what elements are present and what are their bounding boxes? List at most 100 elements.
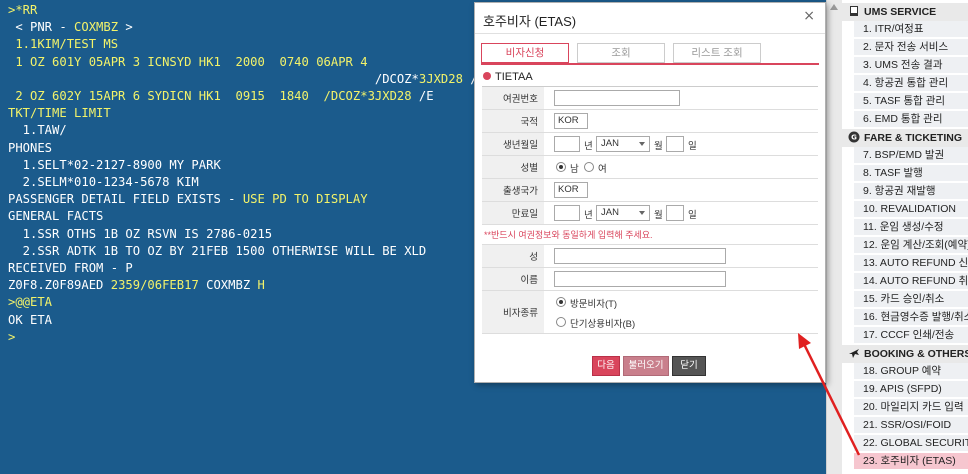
terminal-text: > (8, 329, 16, 344)
gender-female-label: 여 (598, 164, 607, 175)
menu-section-title: UMS SERVICE (864, 6, 937, 18)
terminal-text: 3JXD28 (367, 89, 412, 103)
label-nationality: 국적 (482, 110, 544, 132)
birth-year-input[interactable] (554, 136, 580, 152)
visa-tourist-radio[interactable] (556, 297, 566, 307)
row-visa-type: 비자종류 방문비자(T) 단기상용비자(B) (482, 291, 818, 334)
nationality-input[interactable]: KOR (554, 113, 588, 129)
passport-input[interactable] (554, 90, 680, 106)
gender-male-radio[interactable] (556, 162, 566, 172)
terminal-line: < PNR - COXMBZ > (8, 19, 133, 36)
menu-section-title: BOOKING & OTHERS (864, 348, 968, 360)
menu-item[interactable]: 4. 항공권 통합 관리 (854, 75, 968, 92)
terminal-line: PASSENGER DETAIL FIELD EXISTS - USE PD T… (8, 191, 368, 208)
terminal-text: /DCOZ* (8, 71, 419, 86)
menu-item[interactable]: 13. AUTO REFUND 신청 (854, 255, 968, 272)
expiry-month-value: JAN (601, 207, 619, 218)
expiry-year-unit: 년 (584, 210, 593, 221)
terminal-text: OK ETA (8, 312, 53, 327)
menu-item[interactable]: 21. SSR/OSI/FOID (854, 417, 968, 434)
menu-item[interactable]: 11. 운임 생성/수정 (854, 219, 968, 236)
tab-inquiry[interactable]: 조회 (577, 43, 665, 63)
terminal-text: H (257, 278, 265, 293)
row-birth-country: 출생국가 KOR (482, 179, 818, 202)
close-button[interactable]: 닫기 (672, 356, 706, 376)
next-button[interactable]: 다음 (592, 356, 620, 376)
expiry-month-unit: 월 (654, 210, 663, 221)
menu-item[interactable]: 12. 운임 계산/조회(예약) (854, 237, 968, 254)
fare-ticketing-icon: G (848, 131, 860, 143)
terminal-line: GENERAL FACTS (8, 208, 103, 225)
load-button[interactable]: 불러오기 (623, 356, 669, 376)
menu-item[interactable]: 19. APIS (SFPD) (854, 381, 968, 398)
menu-item[interactable]: 8. TASF 발행 (854, 165, 968, 182)
given-name-input[interactable] (554, 271, 726, 287)
chevron-down-icon (639, 142, 645, 146)
menu-item[interactable]: 6. EMD 통합 관리 (854, 111, 968, 128)
label-expiry: 만료일 (482, 202, 544, 224)
label-visa-type: 비자종류 (482, 291, 544, 333)
terminal-text: 3JXD28 (418, 71, 463, 86)
birth-country-input[interactable]: KOR (554, 182, 588, 198)
terminal-text: Z0F8.Z0F89AED (8, 278, 111, 293)
tab-list-inquiry[interactable]: 리스트 조회 (673, 43, 761, 63)
terminal-line: 1.SELT*02-2127-8900 MY PARK (8, 157, 221, 174)
label-birth: 생년월일 (482, 133, 544, 155)
menu-item[interactable]: 17. CCCF 인쇄/전송 (854, 327, 968, 344)
gender-female-radio[interactable] (584, 162, 594, 172)
row-nationality: 국적 KOR (482, 110, 818, 133)
surname-input[interactable] (554, 248, 726, 264)
terminal-text: HK1 2000 0740 06APR 4 (191, 54, 368, 69)
menu-item[interactable]: 3. UMS 전송 결과 (854, 57, 968, 74)
tab-visa-apply[interactable]: 비자신청 (481, 43, 569, 63)
menu-item[interactable]: 10. REVALIDATION (854, 201, 968, 218)
terminal-text: SYDICN (147, 89, 192, 103)
scroll-up-icon[interactable] (830, 4, 838, 10)
row-expiry: 만료일 년 JAN 월 일 (482, 202, 818, 225)
terminal-text: COXMBZ (74, 20, 119, 35)
expiry-month-select[interactable]: JAN (596, 205, 650, 221)
terminal-text: > (118, 20, 133, 35)
terminal-text: 2.SSR ADTK 1B TO OZ BY 21FEB 1500 OTHERW… (8, 243, 427, 258)
terminal-text: PASSENGER DETAIL FIELD EXISTS - (8, 192, 243, 207)
menu-item[interactable]: 18. GROUP 예약 (854, 363, 968, 380)
terminal-line: >*RR (8, 2, 37, 19)
menu-item[interactable]: 16. 현금영수증 발행/취소 (854, 309, 968, 326)
etas-dialog: 호주비자 (ETAS) × 비자신청 조회 리스트 조회 TIETAA 여권번호… (474, 2, 826, 383)
menu-item[interactable]: 9. 항공권 재발행 (854, 183, 968, 200)
menu-item[interactable]: 5. TASF 통합 관리 (854, 93, 968, 110)
visa-business-radio[interactable] (556, 317, 566, 327)
terminal-line: 1.1KIM/TEST MS (8, 36, 118, 53)
birth-month-value: JAN (601, 138, 619, 149)
menu-scrollbar[interactable] (826, 0, 842, 474)
birth-day-input[interactable] (666, 136, 684, 152)
terminal-text: 1.1KIM/TEST MS (8, 37, 119, 52)
chevron-down-icon (639, 211, 645, 215)
terminal-text: PHONES (8, 140, 53, 155)
terminal-text: COXMBZ (198, 278, 258, 293)
visa-business-label: 단기상용비자(B) (570, 319, 636, 330)
menu-item[interactable]: 23. 호주비자 (ETAS) (854, 453, 968, 470)
section-title-text: TIETAA (495, 71, 533, 83)
menu-item[interactable]: 22. GLOBAL SECURITY (854, 435, 968, 452)
terminal-text: RECEIVED FROM - P (8, 261, 133, 275)
menu-item[interactable]: 2. 문자 전송 서비스 (854, 39, 968, 56)
menu-item[interactable]: 7. BSP/EMD 발권 (854, 147, 968, 164)
terminal-line: PHONES (8, 140, 52, 157)
terminal-text: 1.TAW/ (8, 123, 67, 138)
expiry-day-input[interactable] (666, 205, 684, 221)
menu-item[interactable]: 1. ITR/여정표 (854, 21, 968, 38)
label-passport: 여권번호 (482, 87, 544, 109)
birth-month-select[interactable]: JAN (596, 136, 650, 152)
row-given-name: 이름 (482, 268, 818, 291)
menu-item[interactable]: 15. 카드 승인/취소 (854, 291, 968, 308)
terminal-line: RECEIVED FROM - P (8, 260, 133, 277)
menu-item[interactable]: 20. 마일리지 카드 입력 (854, 399, 968, 416)
row-passport: 여권번호 (482, 87, 818, 110)
expiry-year-input[interactable] (554, 205, 580, 221)
menu-item[interactable]: 14. AUTO REFUND 취소 (854, 273, 968, 290)
close-icon[interactable]: × (803, 8, 815, 24)
birth-month-unit: 월 (654, 141, 663, 152)
birth-day-unit: 일 (688, 141, 697, 152)
terminal-line: TKT/TIME LIMIT (8, 105, 111, 122)
